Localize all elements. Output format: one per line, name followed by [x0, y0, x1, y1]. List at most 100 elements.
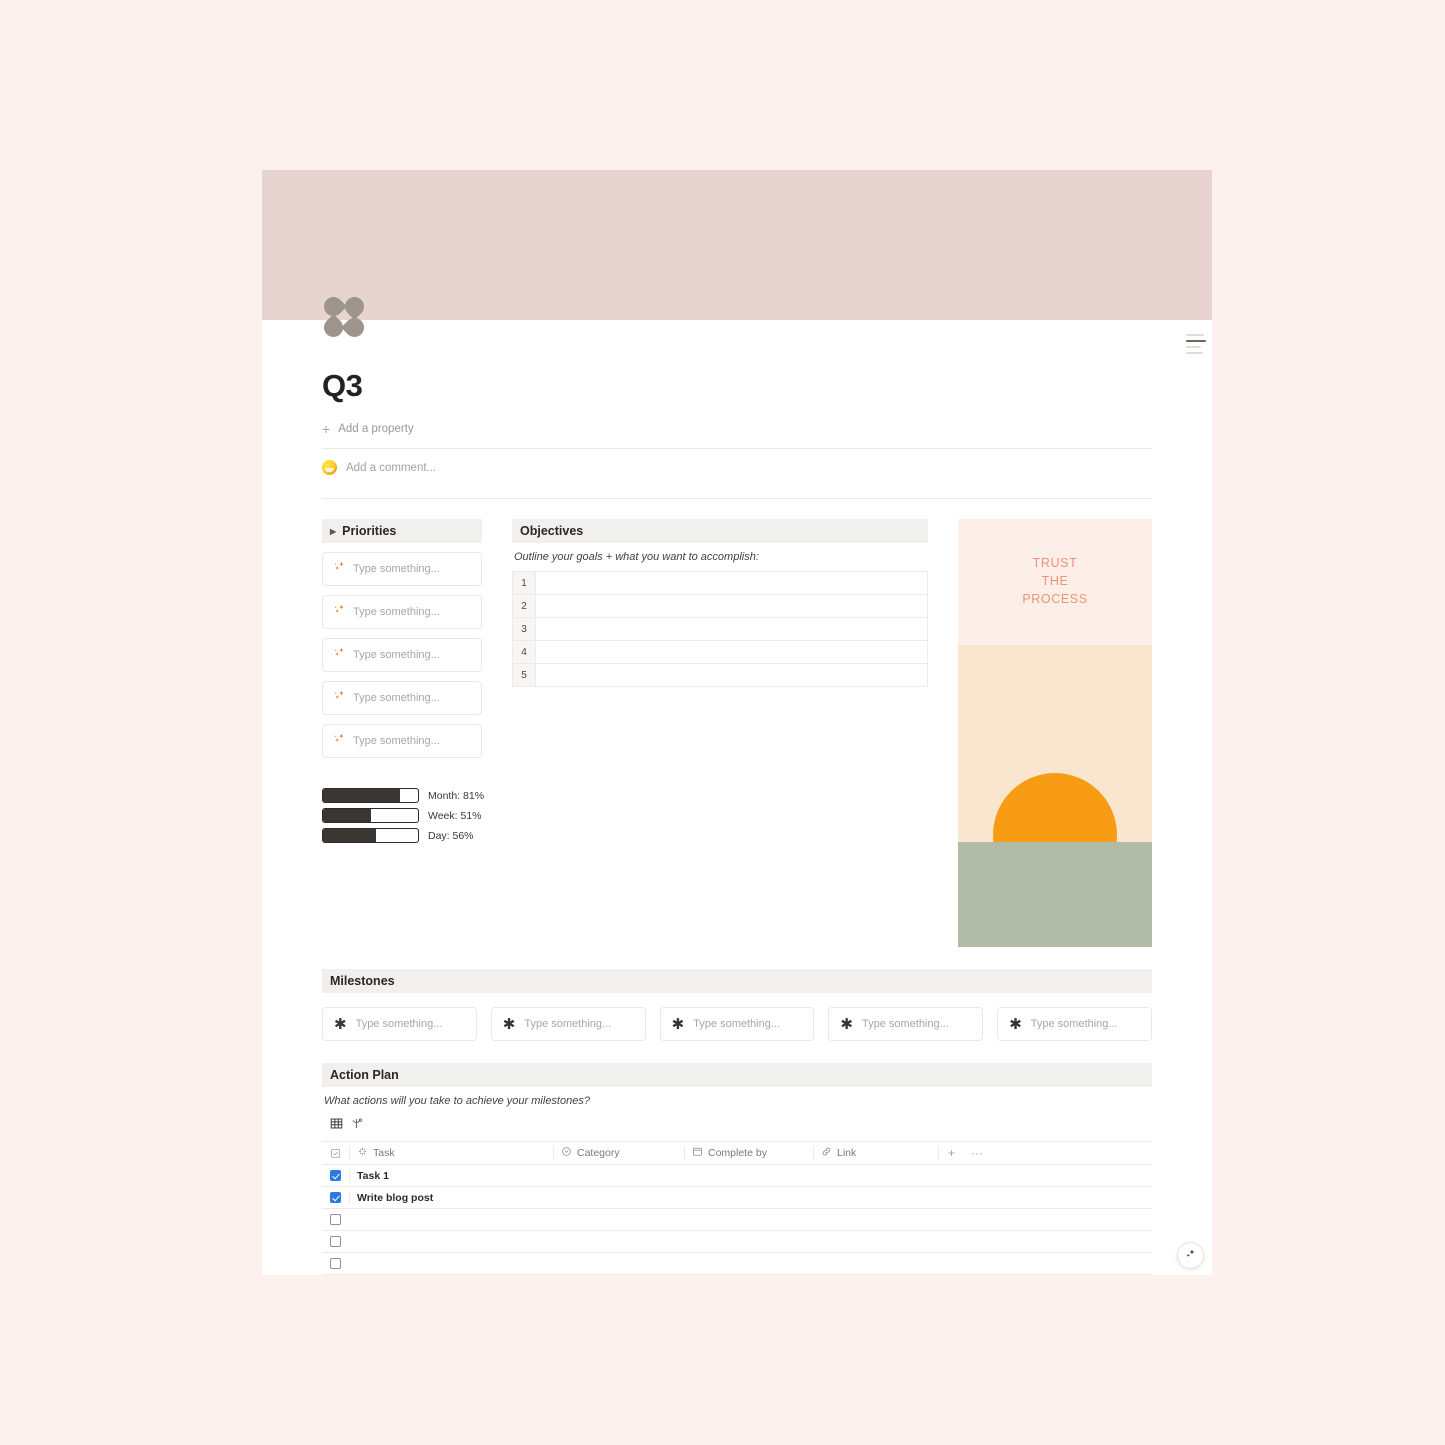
row-task-text: Task 1 [357, 1169, 389, 1182]
table-header-row: Task Category Complete by Link + ··· [322, 1142, 1152, 1165]
toggle-caret-icon[interactable]: ▶ [330, 527, 336, 536]
row-task-cell[interactable]: Write blog post [349, 1191, 553, 1204]
quote-text: TRUST THE PROCESS [1022, 555, 1087, 608]
objective-row[interactable]: 4 [513, 641, 927, 664]
priority-placeholder: Type something... [353, 563, 440, 575]
priority-placeholder: Type something... [353, 606, 440, 618]
toc-line-active [1186, 340, 1206, 342]
objective-row[interactable]: 5 [513, 664, 927, 687]
row-checkbox-cell[interactable] [322, 1236, 349, 1247]
page-title[interactable]: Q3 [322, 368, 1152, 404]
table-of-contents-rail[interactable] [1186, 334, 1208, 358]
header-category-label: Category [577, 1147, 620, 1159]
objective-text[interactable] [536, 595, 927, 617]
asterisk-icon: ✱ [502, 1015, 516, 1033]
clover-icon [320, 293, 368, 341]
add-column-button[interactable]: + [948, 1146, 955, 1160]
objective-number: 1 [513, 572, 536, 594]
milestone-input-1[interactable]: ✱ Type something... [322, 1007, 477, 1041]
progress-label-month: Month: 81% [428, 789, 485, 802]
sparkle-icon [333, 732, 346, 750]
notion-page: Q3 + Add a property Add a comment... ▶ P… [262, 170, 1212, 1275]
milestone-input-2[interactable]: ✱ Type something... [490, 1007, 646, 1041]
milestones-row: ✱ Type something... ✱ Type something... … [322, 1007, 1152, 1041]
milestones-header: Milestones [322, 969, 1152, 993]
objective-row[interactable]: 1 [513, 572, 927, 595]
row-checkbox-cell[interactable] [322, 1258, 349, 1269]
milestone-input-4[interactable]: ✱ Type something... [828, 1007, 984, 1041]
milestone-placeholder: Type something... [524, 1018, 612, 1030]
row-checkbox[interactable] [330, 1258, 341, 1269]
table-row[interactable] [322, 1253, 1152, 1275]
row-task-cell[interactable]: Task 1 [349, 1169, 553, 1182]
toc-line [1186, 346, 1201, 348]
quote-line-3: PROCESS [1022, 591, 1088, 606]
toc-line [1186, 334, 1204, 336]
priority-input-5[interactable]: Type something... [322, 724, 482, 758]
art-column: TRUST THE PROCESS [958, 519, 1152, 947]
page-icon-clover[interactable] [320, 293, 368, 341]
sparkle-icon [357, 1146, 368, 1160]
sparkle-icon [1184, 1247, 1197, 1265]
add-property-button[interactable]: + Add a property [322, 422, 1152, 436]
table-row[interactable]: Write blog post [322, 1187, 1152, 1209]
toc-line [1186, 352, 1203, 354]
row-checkbox[interactable] [330, 1192, 341, 1203]
priority-input-4[interactable]: Type something... [322, 681, 482, 715]
row-checkbox[interactable] [330, 1236, 341, 1247]
row-checkbox-cell[interactable] [322, 1170, 349, 1181]
progress-fill [323, 789, 400, 802]
header-link[interactable]: Link [813, 1146, 938, 1160]
priority-placeholder: Type something... [353, 649, 440, 661]
add-comment-row[interactable]: Add a comment... [322, 449, 1152, 486]
three-column-layout: ▶ Priorities Type something... Type some… [262, 499, 1212, 947]
progress-fill [323, 829, 377, 842]
header-complete-by[interactable]: Complete by [684, 1146, 813, 1160]
header-link-label: Link [837, 1147, 857, 1159]
priority-input-3[interactable]: Type something... [322, 638, 482, 672]
objective-row[interactable]: 2 [513, 595, 927, 618]
page-cover [262, 170, 1212, 320]
table-row[interactable] [322, 1231, 1152, 1253]
table-view-icon[interactable] [330, 1117, 343, 1135]
milestones-heading: Milestones [330, 974, 395, 988]
quote-line-2: THE [1041, 574, 1069, 589]
row-checkbox[interactable] [330, 1214, 341, 1225]
row-checkbox-cell[interactable] [322, 1214, 349, 1225]
row-task-text: Write blog post [357, 1191, 434, 1204]
quote-panel: TRUST THE PROCESS [958, 519, 1152, 645]
action-plan-section: Action Plan What actions will you take t… [262, 1063, 1212, 1275]
row-checkbox-cell[interactable] [322, 1192, 349, 1203]
header-category[interactable]: Category [553, 1146, 684, 1160]
objective-row[interactable]: 3 [513, 618, 927, 641]
objective-text[interactable] [536, 572, 927, 594]
priorities-header[interactable]: ▶ Priorities [322, 519, 482, 543]
objective-text[interactable] [536, 641, 927, 663]
sparkle-icon [333, 560, 346, 578]
table-row[interactable]: Task 1 [322, 1165, 1152, 1187]
progress-bars: Month: 81% Week: 51% Day: 56% [322, 788, 485, 843]
row-checkbox[interactable] [330, 1170, 341, 1181]
objectives-table: 1 2 3 4 5 [512, 571, 928, 687]
priority-placeholder: Type something... [353, 735, 440, 747]
header-task[interactable]: Task [349, 1146, 553, 1160]
objectives-subtitle: Outline your goals + what you want to ac… [514, 551, 759, 563]
calendar-icon [692, 1146, 703, 1160]
milestone-placeholder: Type something... [693, 1018, 780, 1030]
objective-text[interactable] [536, 664, 927, 686]
more-options-button[interactable]: ··· [971, 1146, 983, 1160]
ai-assistant-button[interactable] [1177, 1242, 1204, 1269]
progress-row-month: Month: 81% [322, 788, 485, 803]
milestones-section: Milestones ✱ Type something... ✱ Type so… [262, 969, 1212, 1041]
milestone-input-5[interactable]: ✱ Type something... [997, 1007, 1152, 1041]
board-view-icon[interactable] [350, 1117, 363, 1135]
milestone-input-3[interactable]: ✱ Type something... [659, 1007, 815, 1041]
priority-input-2[interactable]: Type something... [322, 595, 482, 629]
objective-text[interactable] [536, 618, 927, 640]
header-task-label: Task [373, 1147, 395, 1159]
progress-label-week: Week: 51% [428, 809, 482, 822]
milestone-placeholder: Type something... [1030, 1018, 1118, 1030]
sparkle-icon [333, 689, 346, 707]
table-row[interactable] [322, 1209, 1152, 1231]
priority-input-1[interactable]: Type something... [322, 552, 482, 586]
